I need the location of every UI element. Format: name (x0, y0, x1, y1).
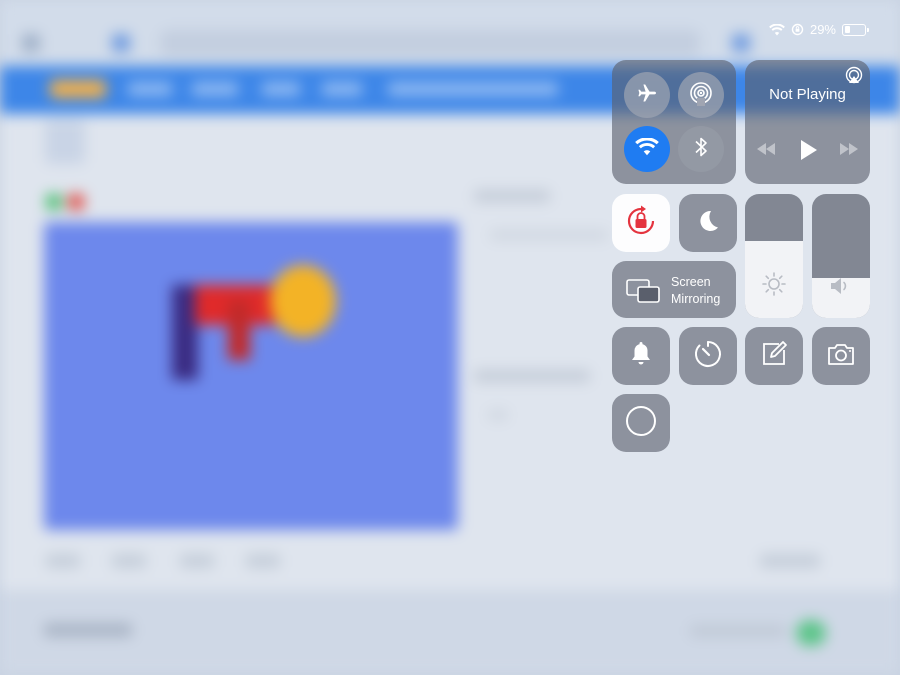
notes-button[interactable] (745, 327, 803, 385)
control-center: Not Playing Screen Mirroring (0, 0, 900, 675)
orientation-lock-icon (791, 23, 804, 36)
status-bar: 29% (769, 22, 869, 37)
airplane-icon (635, 81, 659, 110)
timer-icon (693, 339, 723, 374)
music-module[interactable]: Not Playing (745, 60, 870, 184)
brightness-slider[interactable] (745, 194, 803, 318)
now-playing-label: Not Playing (769, 86, 846, 103)
bluetooth-icon (693, 135, 709, 164)
bluetooth-toggle[interactable] (678, 126, 724, 172)
orientation-lock-icon (624, 204, 658, 243)
wifi-toggle[interactable] (624, 126, 670, 172)
airdrop-icon (688, 80, 714, 111)
screen-mirroring-label-line2: Mirroring (671, 292, 721, 306)
wifi-icon (635, 136, 659, 161)
fast-forward-icon[interactable] (838, 140, 860, 163)
screen-mirroring-label-line1: Screen (671, 275, 711, 289)
do-not-disturb-button[interactable] (679, 194, 737, 252)
battery-level (844, 26, 850, 33)
timer-button[interactable] (679, 327, 737, 385)
orientation-lock-button[interactable] (612, 194, 670, 252)
battery-icon (842, 23, 869, 36)
record-icon (625, 405, 657, 442)
camera-icon (826, 342, 856, 371)
screen-mirroring-label: Screen Mirroring (671, 274, 720, 308)
play-icon[interactable] (797, 138, 819, 167)
screen-mirroring-icon (626, 279, 660, 308)
speaker-icon (828, 275, 854, 302)
camera-button[interactable] (812, 327, 870, 385)
airdrop-toggle[interactable] (678, 72, 724, 118)
sun-icon (761, 271, 787, 302)
alarm-button[interactable] (612, 327, 670, 385)
bell-icon (629, 341, 653, 372)
battery-percentage: 29% (809, 22, 836, 37)
screen-record-button[interactable] (612, 394, 670, 452)
rewind-icon[interactable] (755, 140, 777, 163)
wifi-icon (769, 23, 785, 36)
airplane-mode-toggle[interactable] (624, 72, 670, 118)
screen-mirroring-button[interactable]: Screen Mirroring (612, 261, 736, 318)
notes-icon (759, 339, 789, 374)
moon-icon (695, 208, 721, 239)
volume-slider[interactable] (812, 194, 870, 318)
connectivity-module (612, 60, 736, 184)
